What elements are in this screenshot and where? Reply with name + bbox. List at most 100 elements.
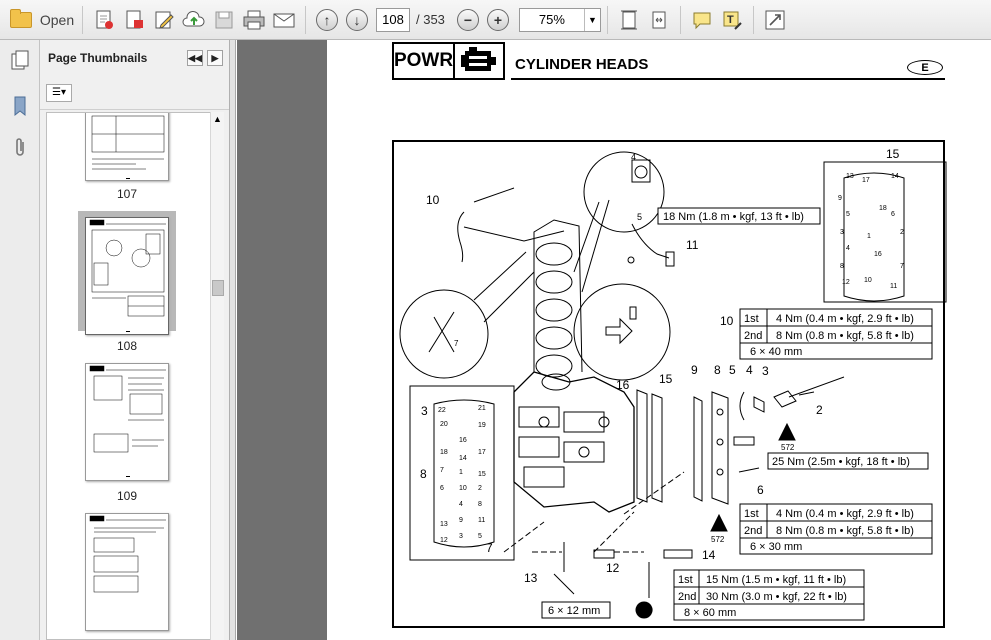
- engine-icon: [455, 44, 503, 78]
- exploded-diagram: 2 3 4 5 6 7 8 9 10 11 12 13 14 15 16 4 5…: [392, 140, 947, 628]
- sequence-number: 5: [478, 533, 482, 540]
- torque-value: 15 Nm (1.5 m • kgf, 11 ft • lb): [706, 574, 846, 586]
- fit-page-icon[interactable]: [616, 5, 642, 35]
- collapse-panel-icon[interactable]: ◀◀: [187, 50, 203, 66]
- thumbnail-scrollbar[interactable]: ▲: [210, 112, 224, 640]
- sequence-number: 2: [478, 485, 482, 492]
- attachment-icon[interactable]: [6, 134, 34, 162]
- zoom-value: 75%: [538, 12, 565, 27]
- folder-icon: [9, 8, 32, 28]
- thumbnail-page-selected[interactable]: [85, 217, 169, 335]
- thumbnail-page[interactable]: [85, 513, 169, 631]
- callout: 5: [637, 212, 642, 222]
- callout: 3: [421, 404, 428, 418]
- scroll-up-icon[interactable]: ▲: [213, 114, 222, 124]
- thumbnail-list[interactable]: 107 108 109: [46, 112, 214, 640]
- toolbar-divider: [679, 5, 681, 34]
- sequence-number: 11: [890, 283, 897, 290]
- bolt-size: 6 × 40 mm: [750, 346, 802, 358]
- title-rule: [511, 78, 945, 80]
- loctite-code: 572: [781, 443, 795, 452]
- sequence-number: 4: [459, 501, 463, 508]
- bolt-size: 6 × 30 mm: [750, 541, 802, 553]
- comment-icon[interactable]: [689, 5, 715, 35]
- highlight-text-icon[interactable]: T: [719, 5, 745, 35]
- sequence-number: 12: [842, 279, 850, 286]
- sequence-number: 21: [478, 405, 486, 412]
- save-icon[interactable]: [211, 5, 237, 35]
- thumbnail-label: 107: [116, 187, 138, 201]
- page-title: CYLINDER HEADS: [515, 56, 649, 73]
- thumbnail-page[interactable]: [85, 113, 169, 181]
- toolbar-divider: [606, 5, 608, 34]
- svg-text:T: T: [727, 14, 734, 26]
- email-icon[interactable]: [271, 5, 297, 35]
- sequence-number: 15: [478, 471, 486, 478]
- torque-step: 1st: [744, 313, 759, 325]
- callout: 16: [616, 378, 630, 392]
- sequence-number: 6: [440, 485, 444, 492]
- fit-width-icon[interactable]: [646, 5, 672, 35]
- callout: 12: [606, 561, 620, 575]
- panel-splitter[interactable]: [230, 40, 236, 640]
- callout: 11: [686, 238, 699, 252]
- expand-panel-icon[interactable]: ▶: [207, 50, 223, 66]
- pages-icon[interactable]: [6, 46, 34, 74]
- sequence-number: 2: [900, 229, 904, 236]
- export-pdf-icon[interactable]: [121, 5, 147, 35]
- sequence-number: 18: [879, 205, 887, 212]
- callout: 8: [420, 467, 427, 481]
- sequence-number: 20: [440, 421, 448, 428]
- open-button[interactable]: Open: [0, 5, 76, 35]
- sequence-number: 19: [478, 422, 486, 429]
- sequence-number: 16: [874, 251, 882, 258]
- callout: 4: [631, 152, 636, 162]
- expand-icon[interactable]: [762, 5, 788, 35]
- zoom-in-icon[interactable]: +: [485, 5, 511, 35]
- sequence-number: 18: [440, 449, 448, 456]
- scrollbar-thumb[interactable]: [212, 280, 224, 296]
- callout: 13: [524, 571, 538, 585]
- toolbar-divider: [82, 5, 83, 34]
- toolbar-divider: [752, 5, 754, 34]
- sequence-number: 14: [459, 455, 467, 462]
- section-code: POWR: [394, 44, 455, 78]
- edit-pdf-icon[interactable]: [151, 5, 177, 35]
- callout: 3: [762, 364, 769, 378]
- options-menu-button[interactable]: ☰▾: [46, 83, 72, 102]
- torque-value: 4 Nm (0.4 m • kgf, 2.9 ft • lb): [776, 508, 914, 520]
- sequence-number: 8: [478, 501, 482, 508]
- thumbnail-page[interactable]: [85, 363, 169, 481]
- previous-page-icon[interactable]: ↑: [314, 5, 340, 35]
- upload-cloud-icon[interactable]: [181, 5, 207, 35]
- sequence-number: 16: [459, 437, 467, 444]
- panel-header: Page Thumbnails ◀◀ ▶: [40, 40, 229, 76]
- callout: 10: [426, 193, 440, 207]
- sequence-number: 3: [459, 533, 463, 540]
- sequence-number: 22: [438, 407, 446, 414]
- sequence-number: 10: [459, 485, 467, 492]
- page-total: / 353: [416, 12, 445, 27]
- sequence-number: 17: [862, 177, 870, 184]
- thumbnail-label: 108: [116, 339, 138, 353]
- bookmark-icon[interactable]: [6, 92, 34, 120]
- torque-step: 2nd: [678, 591, 696, 603]
- thumbnail-label: 109: [116, 489, 138, 503]
- chevron-down-icon: ▼: [583, 8, 600, 31]
- callout: 2: [816, 403, 823, 417]
- create-pdf-icon[interactable]: [91, 5, 117, 35]
- sequence-number: 7: [900, 263, 904, 270]
- sequence-number: 13: [846, 173, 854, 180]
- zoom-out-icon[interactable]: −: [455, 5, 481, 35]
- page-number-input[interactable]: 108: [376, 7, 410, 32]
- document-page: POWR CYLINDER HEADS E 2 3 4 5 6 7 8 9 10…: [327, 40, 991, 640]
- print-icon[interactable]: [241, 5, 267, 35]
- next-page-icon[interactable]: ↓: [344, 5, 370, 35]
- zoom-select[interactable]: 75% ▼: [518, 7, 601, 32]
- torque-step: 1st: [744, 508, 759, 520]
- panel-title: Page Thumbnails: [48, 51, 148, 65]
- torque-step: 2nd: [744, 330, 762, 342]
- torque-value: 30 Nm (3.0 m • kgf, 22 ft • lb): [706, 591, 847, 603]
- sequence-number: 7: [440, 467, 444, 474]
- sequence-number: 9: [459, 517, 463, 524]
